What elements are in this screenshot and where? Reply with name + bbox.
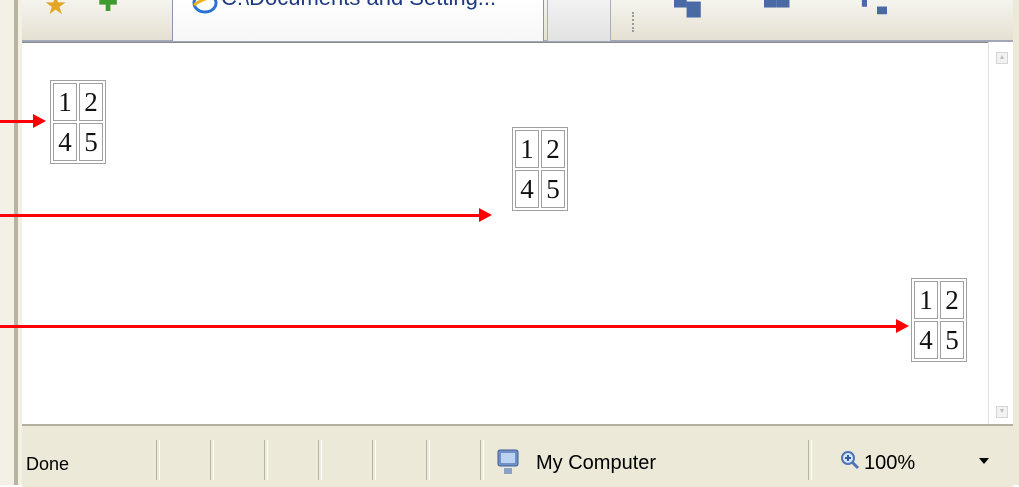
table-cell: 1 [914, 281, 938, 319]
window-left-border [0, 0, 23, 485]
status-divider [372, 440, 376, 480]
table-cell: 1 [515, 130, 539, 168]
print-icon[interactable]: ▘▗▖ [862, 0, 892, 13]
table-cell: 4 [515, 170, 539, 208]
status-bar: Done My Computer 100% [22, 424, 1013, 487]
zoom-level: 100% [864, 452, 916, 474]
browser-window: ★ ✚ C:\Documents and Setting... ▀▆ ▀▀ ▘▗… [0, 0, 1019, 487]
status-divider [426, 440, 430, 480]
status-divider [318, 440, 322, 480]
table-center: 1 2 4 5 [512, 127, 568, 211]
table-row: 4 5 [914, 321, 964, 359]
table-row: 1 2 [914, 281, 964, 319]
status-divider [210, 440, 214, 480]
table-row: 1 2 [515, 130, 565, 168]
page-content: 1 2 4 5 1 2 4 5 1 2 4 5 [22, 42, 1002, 425]
status-divider [808, 440, 812, 480]
status-divider [480, 440, 484, 480]
zone-label: My Computer [536, 452, 657, 474]
new-tab-button[interactable] [547, 0, 611, 41]
favorites-star-icon[interactable]: ★ [44, 0, 67, 18]
annotation-arrow [0, 208, 492, 222]
feeds-icon[interactable]: ▀▀ [764, 0, 790, 16]
table-cell: 2 [79, 83, 103, 121]
tab-title: C:\Documents and Setting... [221, 0, 496, 11]
scroll-down-icon[interactable]: ▼ [996, 406, 1008, 418]
table-cell: 2 [940, 281, 964, 319]
table-cell: 5 [79, 123, 103, 161]
status-divider [156, 440, 160, 480]
scroll-up-icon[interactable]: ▲ [996, 52, 1008, 64]
ie-page-icon [192, 0, 218, 14]
table-right: 1 2 4 5 [911, 278, 967, 362]
window-right-border [1012, 0, 1019, 485]
table-cell: 4 [914, 321, 938, 359]
table-left: 1 2 4 5 [50, 80, 106, 164]
table-cell: 5 [940, 321, 964, 359]
vertical-scrollbar[interactable]: ▲ ▼ [988, 42, 1013, 424]
tab-bar: ★ ✚ C:\Documents and Setting... ▀▆ ▀▀ ▘▗… [22, 0, 1013, 42]
table-row: 4 5 [53, 123, 103, 161]
zoom-icon [841, 451, 860, 470]
status-divider [264, 440, 268, 480]
annotation-arrow [0, 319, 909, 333]
status-text: Done [26, 454, 70, 474]
favorites-area: ★ ✚ [32, 0, 172, 36]
toolbar-separator [632, 12, 636, 32]
table-cell: 1 [53, 83, 77, 121]
add-favorites-icon[interactable]: ✚ [98, 0, 118, 16]
home-icon[interactable]: ▀▆ [674, 0, 701, 16]
table-row: 1 2 [53, 83, 103, 121]
tab-active[interactable]: C:\Documents and Setting... [172, 0, 544, 41]
annotation-arrow [0, 114, 46, 128]
computer-icon [497, 449, 519, 474]
table-cell: 5 [541, 170, 565, 208]
zoom-dropdown-icon[interactable] [979, 458, 989, 464]
table-row: 4 5 [515, 170, 565, 208]
table-cell: 2 [541, 130, 565, 168]
table-cell: 4 [53, 123, 77, 161]
